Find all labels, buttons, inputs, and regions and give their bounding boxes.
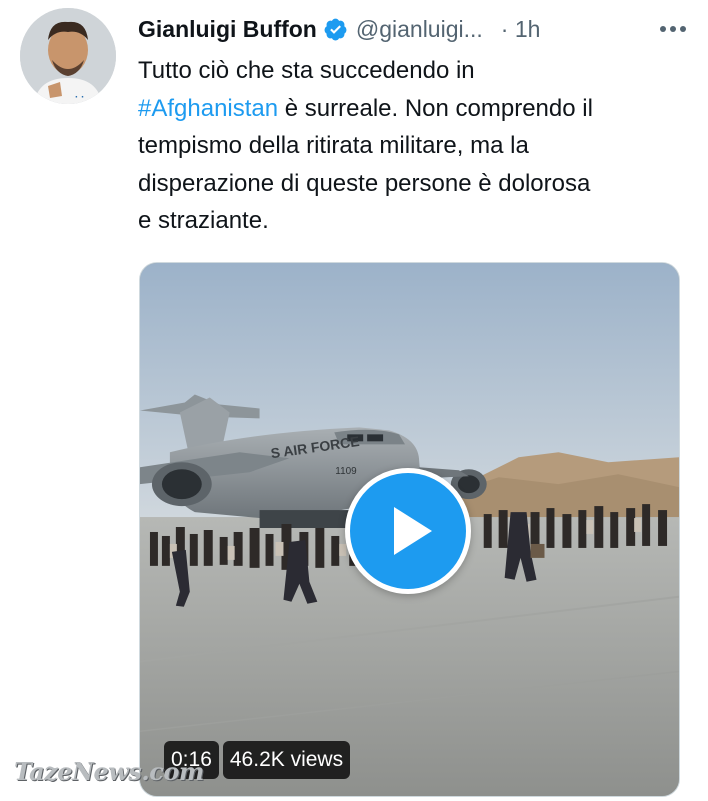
more-options-icon[interactable]	[658, 18, 688, 40]
author-handle[interactable]: @gianluigi...	[356, 16, 483, 43]
verified-badge-icon	[324, 18, 347, 40]
svg-text:· ·: · ·	[75, 92, 84, 103]
avatar-image: · ·	[20, 8, 116, 104]
tweet-text-line-3: tempismo della ritirata militare, ma la	[138, 132, 529, 159]
tweet-text-line-1: Tutto ciò che sta succedendo in	[138, 57, 475, 84]
watermark: TazeNews.com	[14, 757, 204, 786]
tail-number-marking: 1109	[335, 466, 357, 477]
tweet-text-line-5: e straziante.	[138, 207, 269, 234]
author-avatar[interactable]: · ·	[20, 8, 116, 104]
video-views: 46.2K views	[222, 741, 351, 779]
hashtag-link[interactable]: #Afghanistan	[138, 95, 278, 122]
tweet-timestamp[interactable]: · 1h	[501, 16, 541, 43]
tweet-text-line-2: è surreale. Non comprendo il	[278, 94, 593, 122]
play-icon	[394, 507, 432, 555]
video-player[interactable]: S AIR FORCE 1109 0:16 46.2K views	[139, 262, 680, 797]
tweet-header: Gianluigi Buffon @gianluigi... · 1h	[138, 12, 688, 46]
play-button[interactable]	[345, 468, 471, 594]
author-name[interactable]: Gianluigi Buffon	[138, 16, 317, 43]
tweet-text-line-4: disperazione di queste persone è doloros…	[138, 169, 591, 197]
tweet-text: Tutto ciò che sta succedendo in #Afghani…	[138, 52, 688, 240]
